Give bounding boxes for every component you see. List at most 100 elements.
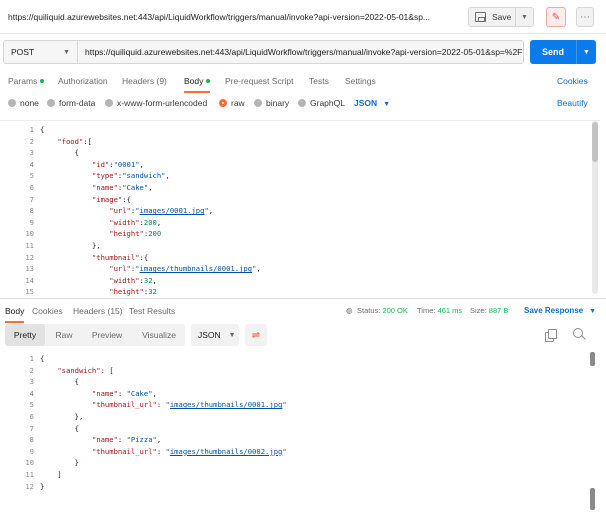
chevron-down-icon: ▼	[63, 48, 70, 56]
tab-params[interactable]: Params	[8, 76, 45, 86]
wrap-lines-icon[interactable]: ⇌	[245, 324, 267, 346]
beautify-link[interactable]: Beautify	[557, 98, 588, 108]
tab-body[interactable]: Body	[184, 76, 211, 93]
edit-icon[interactable]: ✎	[546, 7, 566, 27]
chevron-down-icon: ▼	[589, 308, 597, 315]
tab-response-headers[interactable]: Headers (15)	[73, 306, 123, 316]
request-body-editor[interactable]: 1 {2 "food":[3 {4 "id":"0001", 5 "type":"s…	[0, 120, 600, 297]
response-scrollbar-top[interactable]	[590, 352, 595, 366]
tab-headers[interactable]: Headers (9)	[122, 76, 167, 86]
request-code-line: "height":200	[109, 229, 162, 239]
response-body-viewer[interactable]: 1 {2 "sandwich": [3 {4 "name": "Cake", 5 "…	[0, 350, 600, 516]
line-number: 11	[25, 470, 34, 479]
response-code-line: }	[40, 481, 45, 491]
view-raw[interactable]: Raw	[48, 324, 80, 346]
response-code-line: "name": "Cake",	[91, 388, 157, 398]
response-tabs: Body Cookies Headers (15) Test Results ◍…	[0, 298, 606, 323]
tab-label: Params	[8, 76, 38, 86]
response-code-line: "thumbnail_url": "images/thumbnails/0001…	[91, 400, 287, 410]
response-code-line: {	[74, 377, 79, 387]
more-options-icon[interactable]: ⋯	[576, 7, 594, 27]
save-response-button[interactable]: Save Response ▼	[524, 306, 596, 315]
format-label: JSON	[354, 98, 378, 108]
radio-icon	[8, 99, 16, 107]
radio-none[interactable]: none	[8, 98, 39, 108]
time-value: 461 ms	[437, 306, 463, 315]
response-format-select[interactable]: JSON ▼	[191, 324, 239, 346]
request-code-line: "image":{	[91, 194, 131, 204]
tab-label: Body	[184, 76, 204, 86]
line-number: 6	[29, 412, 34, 421]
request-title[interactable]: https://quiliquid.azurewebsites.net:443/…	[8, 12, 430, 22]
method-value: POST	[11, 47, 35, 57]
radio-urlencoded[interactable]: x-www-form-urlencoded	[105, 98, 207, 108]
response-scrollbar-bottom[interactable]	[590, 488, 595, 510]
save-icon	[475, 12, 486, 22]
response-code-line: {	[40, 354, 45, 363]
radio-label: binary	[266, 98, 290, 108]
radio-binary[interactable]: binary	[254, 98, 289, 108]
tab-authorization[interactable]: Authorization	[58, 76, 108, 86]
radio-icon	[47, 99, 55, 107]
save-response-label: Save Response	[524, 306, 584, 315]
send-button[interactable]: Send ▼	[530, 40, 596, 64]
status-badge: Status: 200 OK	[357, 306, 408, 315]
method-select[interactable]: POST ▼	[3, 40, 77, 64]
tab-settings[interactable]: Settings	[345, 76, 376, 86]
radio-label: GraphQL	[310, 98, 345, 108]
line-number: 9	[29, 446, 34, 456]
cookies-link[interactable]: Cookies	[557, 76, 588, 86]
tab-response-cookies[interactable]: Cookies	[32, 306, 63, 316]
radio-selected-icon	[219, 99, 227, 107]
url-input[interactable]: https://quiliquid.azurewebsites.net:443/…	[77, 40, 524, 64]
line-number: 9	[29, 217, 34, 227]
format-label: JSON	[198, 330, 221, 340]
chevron-down-icon[interactable]: ▼	[576, 40, 596, 64]
save-label: Save	[492, 12, 512, 22]
line-number: 14	[25, 275, 34, 285]
copy-icon[interactable]	[545, 329, 557, 342]
request-code-line: "width":32,	[109, 275, 157, 285]
line-number: 10	[25, 229, 34, 239]
response-code-line: ]	[57, 470, 62, 479]
line-number: 10	[25, 458, 34, 468]
line-number: 15	[25, 287, 34, 297]
request-code-line: "url":"images/0001.jpg",	[109, 206, 214, 216]
body-type-options: none form-data x-www-form-urlencoded raw…	[0, 94, 606, 112]
line-number: 2	[29, 365, 34, 375]
request-code-line: "width":200,	[109, 217, 162, 227]
line-number: 2	[29, 136, 34, 146]
line-number: 4	[29, 388, 34, 398]
radio-icon	[254, 99, 262, 107]
tab-tests[interactable]: Tests	[309, 76, 329, 86]
radio-graphql[interactable]: GraphQL	[298, 98, 345, 108]
view-preview[interactable]: Preview	[82, 324, 132, 346]
line-number: 1	[29, 125, 34, 134]
tab-test-results[interactable]: Test Results	[129, 306, 175, 316]
request-editor-scrollbar[interactable]	[592, 120, 598, 294]
response-toolbar: Pretty Raw Preview Visualize JSON ▼ ⇌	[0, 324, 606, 348]
radio-label: raw	[231, 98, 245, 108]
view-pretty[interactable]: Pretty	[5, 324, 45, 346]
line-number: 4	[29, 159, 34, 169]
request-code-line: "height":32	[109, 287, 157, 297]
chevron-down-icon[interactable]: ▼	[515, 8, 533, 26]
chevron-down-icon: ▼	[383, 101, 391, 108]
radio-icon	[105, 99, 113, 107]
request-tabs: Params Authorization Headers (9) Body Pr…	[0, 68, 606, 93]
line-number: 5	[29, 400, 34, 410]
size-value: 887 B	[488, 306, 509, 315]
search-icon[interactable]	[573, 328, 586, 341]
tab-response-body[interactable]: Body	[5, 306, 25, 323]
save-button[interactable]: Save ▼	[468, 7, 534, 27]
radio-form-data[interactable]: form-data	[47, 98, 95, 108]
line-number: 3	[29, 377, 34, 387]
line-number: 5	[29, 171, 34, 181]
body-format-select[interactable]: JSON ▼	[354, 98, 390, 108]
radio-raw[interactable]: raw	[219, 98, 245, 108]
tab-prerequest-script[interactable]: Pre-request Script	[225, 76, 294, 86]
response-time: Time: 461 ms	[417, 306, 462, 315]
request-code-line: "food":[	[57, 136, 92, 146]
response-code-line: "thumbnail_url": "images/thumbnails/0002…	[91, 446, 287, 456]
view-visualize[interactable]: Visualize	[134, 324, 184, 346]
